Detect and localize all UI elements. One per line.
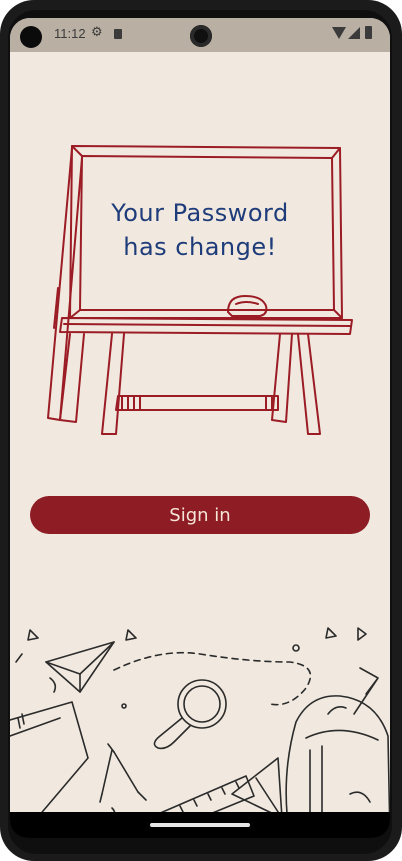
message-line-2: has change! — [123, 233, 277, 261]
status-bar: 11:12 ⚙ — [10, 18, 390, 52]
navigation-bar — [10, 812, 390, 838]
front-camera-icon — [190, 25, 212, 47]
school-doodles-illustration — [10, 627, 390, 838]
password-changed-message: Your Password has change! — [80, 196, 320, 264]
drawing-compass-icon — [99, 743, 147, 803]
notebook-icon — [10, 701, 89, 825]
cell-signal-icon — [348, 27, 360, 39]
pyramid-icon — [231, 757, 283, 819]
settings-gear-icon: ⚙ — [91, 25, 103, 40]
triangle-doodle-icon — [27, 629, 39, 641]
app-screen: 11:12 ⚙ Your Password has change! Sign i… — [10, 18, 390, 838]
sd-card-icon — [114, 29, 122, 39]
status-time: 11:12 — [54, 26, 86, 41]
camera-cutout-icon — [20, 26, 42, 48]
magnifying-glass-icon — [153, 679, 227, 750]
phone-frame: 11:12 ⚙ Your Password has change! Sign i… — [0, 0, 402, 861]
sign-in-button[interactable]: Sign in — [30, 496, 370, 534]
battery-icon — [365, 26, 372, 39]
status-icons — [332, 26, 380, 44]
message-line-1: Your Password — [111, 199, 289, 227]
wifi-icon — [332, 27, 346, 39]
paper-plane-icon — [45, 641, 115, 693]
home-indicator[interactable] — [150, 823, 250, 827]
chalkboard-illustration — [47, 145, 353, 435]
